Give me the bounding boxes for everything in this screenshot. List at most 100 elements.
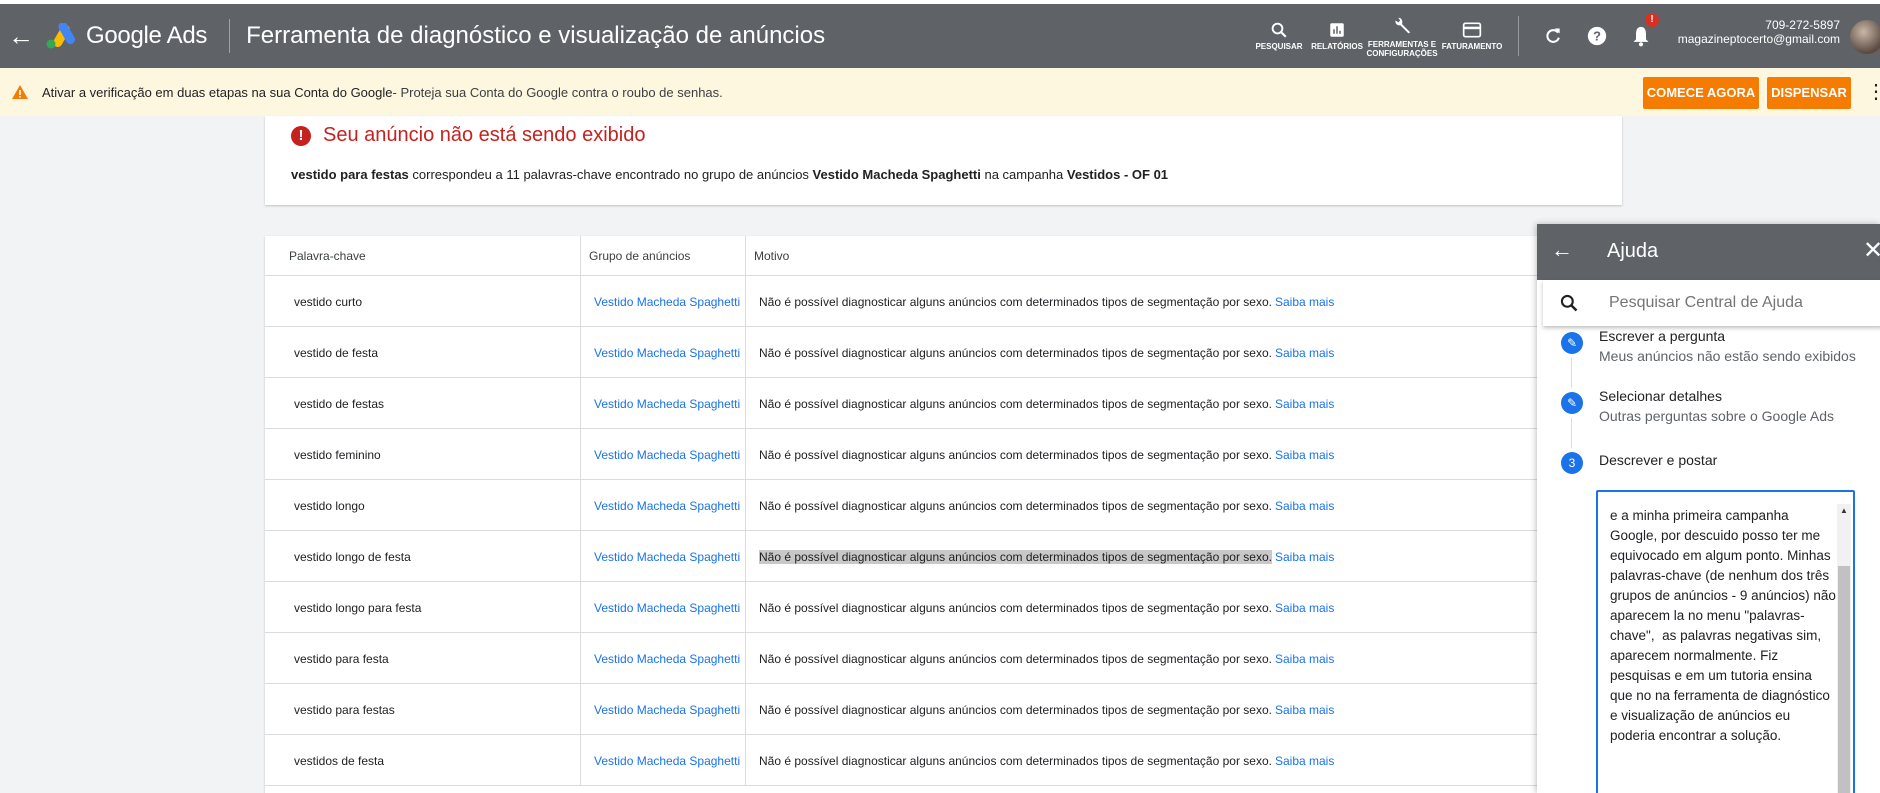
reason-cell: Não é possível diagnosticar alguns anúnc… bbox=[746, 735, 1622, 786]
column-header-keyword[interactable]: Palavra-chave bbox=[265, 236, 581, 276]
refresh-icon bbox=[1546, 28, 1560, 43]
billing-tool-button[interactable]: FATURAMENTO bbox=[1438, 21, 1506, 51]
security-notice-bar: Ativar a verificação em duas etapas na s… bbox=[0, 68, 1880, 116]
scroll-thumb[interactable] bbox=[1838, 566, 1850, 793]
adgroup-link[interactable]: Vestido Macheda Spaghetti bbox=[594, 295, 740, 309]
adgroup-link[interactable]: Vestido Macheda Spaghetti bbox=[594, 601, 740, 615]
learn-more-link[interactable]: Saiba mais bbox=[1275, 550, 1334, 564]
learn-more-link[interactable]: Saiba mais bbox=[1275, 397, 1334, 411]
keyword-text: vestido para festas bbox=[294, 702, 395, 717]
ad-status-heading: ! Seu anúncio não está sendo exibido bbox=[291, 124, 645, 147]
learn-more-link[interactable]: Saiba mais bbox=[1275, 448, 1334, 462]
adgroup-link[interactable]: Vestido Macheda Spaghetti bbox=[594, 550, 740, 564]
search-tool-label: PESQUISAR bbox=[1255, 42, 1303, 51]
close-icon[interactable]: ✕ bbox=[1863, 236, 1880, 265]
learn-more-link[interactable]: Saiba mais bbox=[1275, 652, 1334, 666]
keyword-text: vestido de festa bbox=[294, 345, 379, 360]
summary-adgroup: Vestido Macheda Spaghetti bbox=[812, 167, 981, 182]
wrench-icon bbox=[1395, 17, 1411, 33]
help-search-box[interactable] bbox=[1543, 280, 1880, 326]
adgroup-link[interactable]: Vestido Macheda Spaghetti bbox=[594, 346, 740, 360]
table-row: vestido para festas Vestido Macheda Spagh… bbox=[265, 684, 1622, 735]
back-arrow-icon[interactable]: ← bbox=[6, 23, 36, 49]
adgroup-link[interactable]: Vestido Macheda Spaghetti bbox=[594, 703, 740, 717]
keyword-cell: vestido longo bbox=[265, 480, 581, 531]
dismiss-button[interactable]: DISPENSAR bbox=[1767, 77, 1851, 109]
learn-more-link[interactable]: Saiba mais bbox=[1275, 703, 1334, 717]
learn-more-link[interactable]: Saiba mais bbox=[1275, 499, 1334, 513]
learn-more-link[interactable]: Saiba mais bbox=[1275, 601, 1334, 615]
warning-icon bbox=[12, 85, 28, 99]
reason-text: Não é possível diagnosticar alguns anúnc… bbox=[759, 498, 1272, 513]
keyword-cell: vestido de festas bbox=[265, 378, 581, 429]
question-textarea[interactable]: e a minha primeira campanha Google, por … bbox=[1596, 490, 1855, 793]
reason-cell: Não é possível diagnosticar alguns anúnc… bbox=[746, 378, 1622, 429]
adgroup-link[interactable]: Vestido Macheda Spaghetti bbox=[594, 499, 740, 513]
adgroup-link[interactable]: Vestido Macheda Spaghetti bbox=[594, 652, 740, 666]
column-header-adgroup[interactable]: Grupo de anúncios bbox=[581, 236, 746, 276]
reason-cell: Não é possível diagnosticar alguns anúnc… bbox=[746, 582, 1622, 633]
more-options-icon[interactable]: ⋮ bbox=[1866, 82, 1880, 102]
adgroup-cell: Vestido Macheda Spaghetti bbox=[581, 276, 746, 327]
toolbar-divider bbox=[1518, 16, 1519, 56]
table-header-row: Palavra-chave Grupo de anúncios Motivo bbox=[265, 236, 1622, 276]
keyword-cell: vestido longo para festa bbox=[265, 582, 581, 633]
adgroup-link[interactable]: Vestido Macheda Spaghetti bbox=[594, 754, 740, 768]
reason-cell: Não é possível diagnosticar alguns anúnc… bbox=[746, 633, 1622, 684]
search-icon bbox=[1560, 294, 1578, 312]
avatar[interactable] bbox=[1850, 20, 1880, 54]
tools-settings-button[interactable]: FERRAMENTAS E CONFIGURAÇÕES bbox=[1366, 15, 1438, 58]
keyword-cell: vestido longo de festa bbox=[265, 531, 581, 582]
pencil-icon: ✎ bbox=[1561, 392, 1583, 414]
keyword-cell: vestido para festa bbox=[265, 633, 581, 684]
table-body: vestido curto Vestido Macheda Spaghetti Nã… bbox=[265, 276, 1622, 786]
reason-text: Não é possível diagnosticar alguns anúnc… bbox=[759, 753, 1272, 768]
summary-text-1: correspondeu a 11 palavras-chave encontr… bbox=[408, 167, 813, 182]
adgroup-cell: Vestido Macheda Spaghetti bbox=[581, 378, 746, 429]
adgroup-cell: Vestido Macheda Spaghetti bbox=[581, 531, 746, 582]
keyword-text: vestido longo bbox=[294, 498, 365, 513]
reason-text: Não é possível diagnosticar alguns anúnc… bbox=[759, 549, 1272, 564]
learn-more-link[interactable]: Saiba mais bbox=[1275, 754, 1334, 768]
reason-cell: Não é possível diagnosticar alguns anúnc… bbox=[746, 684, 1622, 735]
adgroup-link[interactable]: Vestido Macheda Spaghetti bbox=[594, 397, 740, 411]
reason-text: Não é possível diagnosticar alguns anúnc… bbox=[759, 396, 1272, 411]
header-divider bbox=[229, 19, 231, 53]
learn-more-link[interactable]: Saiba mais bbox=[1275, 346, 1334, 360]
step-2-subtitle: Outras perguntas sobre o Google Ads bbox=[1599, 408, 1835, 424]
help-search-input[interactable] bbox=[1609, 294, 1869, 312]
account-info[interactable]: 709-272-5897 magazineptocerto@gmail.com bbox=[1670, 18, 1840, 46]
google-ads-logo[interactable] bbox=[44, 22, 78, 49]
adgroup-cell: Vestido Macheda Spaghetti bbox=[581, 633, 746, 684]
adgroup-cell: Vestido Macheda Spaghetti bbox=[581, 582, 746, 633]
reason-text: Não é possível diagnosticar alguns anúnc… bbox=[759, 345, 1272, 360]
notification-badge: ! bbox=[1645, 13, 1659, 27]
ad-status-title: Seu anúncio não está sendo exibido bbox=[323, 124, 646, 146]
keyword-text: vestido longo para festa bbox=[294, 600, 422, 615]
reason-text: Não é possível diagnosticar alguns anúnc… bbox=[759, 294, 1272, 309]
table-row: vestidos de festa Vestido Macheda Spaghet… bbox=[265, 735, 1622, 786]
adgroup-cell: Vestido Macheda Spaghetti bbox=[581, 327, 746, 378]
reports-tool-button[interactable]: RELATÓRIOS bbox=[1308, 21, 1366, 51]
table-row: vestido para festa Vestido Macheda Spaghe… bbox=[265, 633, 1622, 684]
table-row: vestido de festas Vestido Macheda Spaghet… bbox=[265, 378, 1622, 429]
help-back-arrow-icon[interactable]: ← bbox=[1551, 238, 1573, 262]
summary-campaign: Vestidos - OF 01 bbox=[1066, 167, 1169, 182]
start-now-button[interactable]: COMECE AGORA bbox=[1643, 77, 1759, 109]
adgroup-link[interactable]: Vestido Macheda Spaghetti bbox=[594, 448, 740, 462]
learn-more-link[interactable]: Saiba mais bbox=[1275, 295, 1334, 309]
help-button[interactable]: ? bbox=[1575, 25, 1619, 47]
refresh-button[interactable] bbox=[1531, 26, 1575, 46]
reason-cell: Não é possível diagnosticar alguns anúnc… bbox=[746, 327, 1622, 378]
search-tool-button[interactable]: PESQUISAR bbox=[1250, 21, 1308, 51]
column-header-reason[interactable]: Motivo bbox=[746, 236, 1622, 276]
summary-keyword: vestido para festas bbox=[291, 167, 409, 182]
textarea-scrollbar[interactable]: ▲ bbox=[1837, 504, 1851, 793]
keyword-cell: vestido feminino bbox=[265, 429, 581, 480]
help-title: Ajuda bbox=[1607, 240, 1659, 262]
keyword-table: Palavra-chave Grupo de anúncios Motivo v… bbox=[265, 236, 1622, 793]
billing-tool-label: FATURAMENTO bbox=[1441, 42, 1503, 51]
notifications-button[interactable]: ! bbox=[1619, 13, 1663, 47]
scroll-up-icon[interactable]: ▲ bbox=[1840, 506, 1848, 515]
table-row: vestido de festa Vestido Macheda Spaghett… bbox=[265, 327, 1622, 378]
